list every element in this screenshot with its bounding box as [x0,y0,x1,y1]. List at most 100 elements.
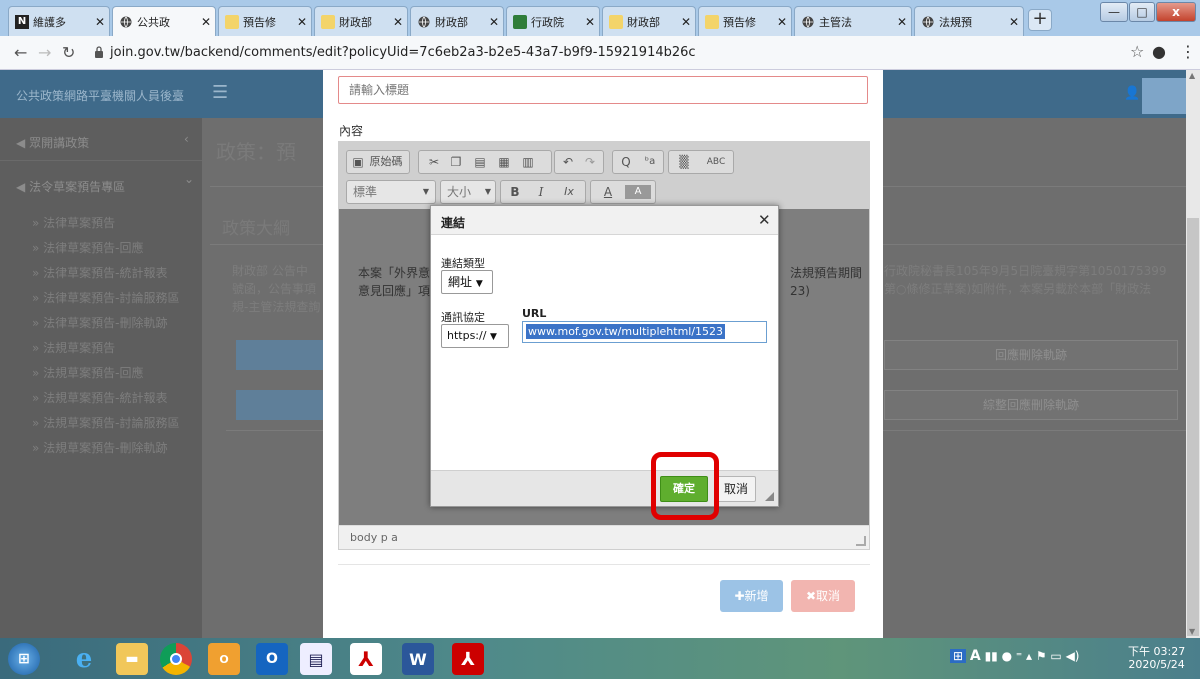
resize-grip-icon[interactable] [765,492,774,501]
copy-icon[interactable]: ❐ [447,151,465,173]
chrome-icon[interactable] [160,643,192,675]
bold-icon[interactable]: B [505,181,525,203]
source-button[interactable]: ▣ 原始碼 [346,150,410,174]
size-value: 大小 [447,185,472,199]
close-icon[interactable]: ✕ [201,15,211,29]
paste-word-icon[interactable]: ▥ [519,151,537,173]
browser-tab[interactable]: 財政部 ✕ [314,6,408,36]
tray-icons[interactable]: ▮▮ ● ⁼ ▴ ⚑ ▭ ◀) [985,649,1080,663]
sidebar-subitem[interactable]: » 法規草案預告 [32,339,115,356]
response-delete-log-button[interactable]: 回應刪除軌跡 [884,340,1178,370]
link-type-select[interactable]: 網址 ▼ [441,270,493,294]
scrollbar-thumb[interactable] [1187,218,1199,636]
browser-tab[interactable]: 行政院 ✕ [506,6,600,36]
text-color-icon[interactable]: A [595,181,621,203]
url-field[interactable]: join.gov.tw/backend/comments/edit?policy… [110,45,696,60]
sidebar-item-public-policy[interactable]: ◀ 眾開講政策 [16,134,89,151]
close-icon[interactable]: ✕ [95,15,105,29]
word-icon[interactable]: W [402,643,434,675]
sidebar-subitem[interactable]: » 法規草案預告-回應 [32,364,144,381]
ie-icon[interactable]: e [68,643,100,675]
sidebar-subitem[interactable]: » 法律草案預告-回應 [32,239,144,256]
remove-format-icon[interactable]: Ix [557,181,581,203]
sidebar-subitem[interactable]: » 法規草案預告-統計報表 [32,389,168,406]
browser-tab[interactable]: 法規預 ✕ [914,6,1024,36]
account-icon[interactable]: ● [1152,42,1166,61]
find-icon[interactable]: Q [617,151,635,173]
minimize-button[interactable]: — [1100,2,1128,22]
select-all-icon[interactable]: ▒ [675,151,693,173]
maximize-button[interactable]: □ [1129,2,1155,22]
close-icon[interactable]: ✕ [297,15,307,29]
summary-delete-log-button[interactable]: 綜整回應刪除軌跡 [884,390,1178,420]
sidebar-subitem[interactable]: » 法規草案預告-討論服務區 [32,414,180,431]
close-icon[interactable]: ✕ [758,211,771,229]
protocol-select[interactable]: https:// ▼ [441,324,509,348]
back-arrow-icon[interactable]: ← [14,43,27,62]
outlook-alt-icon[interactable]: O [256,643,288,675]
window-close-button[interactable]: x [1156,2,1196,22]
ime-icon[interactable]: ⊞ [950,649,967,663]
folder-icon[interactable]: ▬ [116,643,148,675]
size-dropdown[interactable]: 大小 ▼ [440,180,496,204]
browser-tab[interactable]: 主管法 ✕ [794,6,912,36]
add-button[interactable]: ✚新增 [720,580,783,612]
acrobat-icon[interactable]: ⅄ [350,643,382,675]
close-icon[interactable]: ✕ [585,15,595,29]
document-icon [705,14,719,29]
close-icon[interactable]: ✕ [681,15,691,29]
outlook-icon[interactable]: O [208,643,240,675]
clock-time: 下午 03:27 [1128,645,1186,658]
browser-tab[interactable]: 財政部 ✕ [410,6,504,36]
replace-icon[interactable]: ᵇa [639,151,661,173]
new-tab-button[interactable]: + [1028,9,1052,31]
dialog-cancel-button[interactable]: 取消 [716,476,756,502]
cut-icon[interactable]: ✂ [425,151,443,173]
undo-icon[interactable]: ↶ [559,151,577,173]
notepad-icon[interactable]: ▤ [300,643,332,675]
hamburger-icon[interactable]: ☰ [212,82,228,103]
bg-color-icon[interactable]: A [625,185,651,199]
browser-tab[interactable]: 財政部 ✕ [602,6,696,36]
title-input[interactable] [338,76,868,104]
pdf-icon[interactable]: ⅄ [452,643,484,675]
scroll-down-icon[interactable]: ▼ [1189,627,1195,636]
sidebar-subitem[interactable]: » 法規草案預告-刪除軌跡 [32,439,168,456]
close-icon[interactable]: ✕ [777,15,787,29]
reload-icon[interactable]: ↻ [62,43,75,62]
browser-tab-active[interactable]: 公共政 ✕ [112,6,216,36]
paste-icon[interactable]: ▤ [471,151,489,173]
forward-arrow-icon[interactable]: → [38,43,51,62]
paste-text-icon[interactable]: ▦ [495,151,513,173]
ime-mode[interactable]: A [970,648,981,664]
start-icon[interactable]: ⊞ [8,643,40,675]
sidebar-subitem[interactable]: » 法律草案預告-刪除軌跡 [32,314,168,331]
app-brand[interactable]: 公共政策網路平臺機關人員後臺 [16,87,184,104]
browser-tab[interactable]: 預告修 ✕ [218,6,312,36]
close-icon[interactable]: ✕ [1009,15,1019,29]
sidebar-subitem[interactable]: » 法律草案預告 [32,214,115,231]
sidebar-subitem[interactable]: » 法律草案預告-討論服務區 [32,289,180,306]
browser-tab[interactable]: N 維護多 ✕ [8,6,110,36]
close-icon[interactable]: ✕ [393,15,403,29]
menu-kebab-icon[interactable]: ⋮ [1180,42,1196,61]
bookmark-star-icon[interactable]: ☆ [1130,42,1144,61]
close-icon[interactable]: ✕ [489,15,499,29]
resize-grip-icon[interactable] [856,536,866,546]
sidebar-subitem[interactable]: » 法律草案預告-統計報表 [32,264,168,281]
megaphone-icon: ◀ [16,180,26,194]
user-icon[interactable]: 👤 [1124,86,1140,101]
sidebar-item-draft-area[interactable]: ◀ 法令草案預告專區 [16,178,125,195]
redo-icon[interactable]: ↷ [581,151,599,173]
clock[interactable]: 下午 03:27 2020/5/24 [1128,645,1185,671]
italic-icon[interactable]: I [531,181,551,203]
link-dialog-header[interactable] [431,206,778,235]
spellcheck-icon[interactable]: ABC [699,151,733,173]
cancel-button[interactable]: ✖取消 [791,580,855,612]
browser-tab[interactable]: 預告修 ✕ [698,6,792,36]
element-path[interactable]: body p a [350,531,398,544]
close-icon[interactable]: ✕ [897,15,907,29]
format-dropdown[interactable]: 標準 ▼ [346,180,436,204]
user-menu[interactable] [1142,78,1186,114]
scroll-up-icon[interactable]: ▲ [1189,71,1195,80]
